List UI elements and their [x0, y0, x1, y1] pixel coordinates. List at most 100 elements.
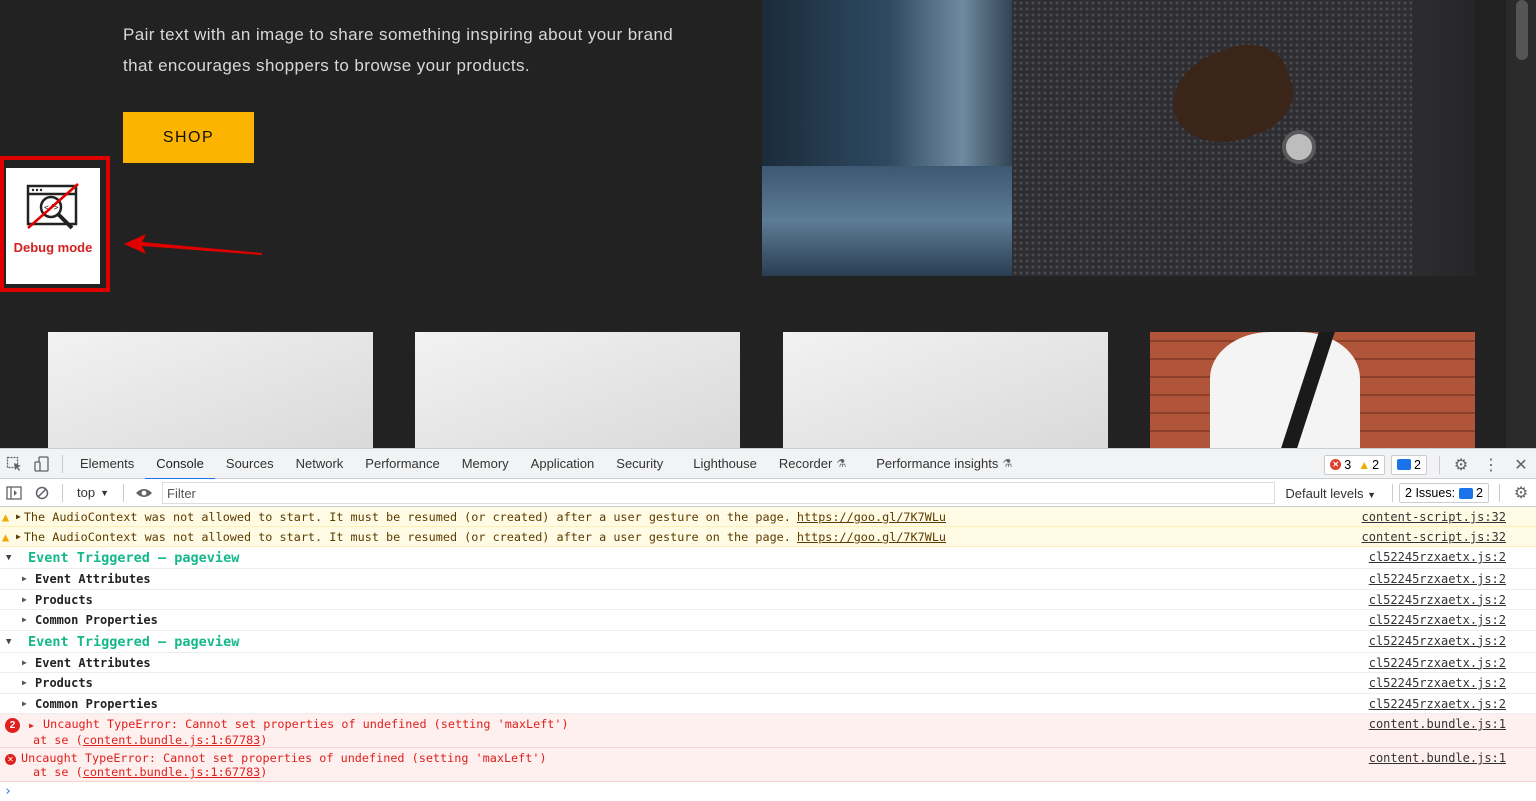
log-source-link[interactable]: cl52245rzxaetx.js:2	[1369, 634, 1506, 648]
warning-icon: ▲	[2, 530, 10, 544]
log-object-row[interactable]: ▶ Products cl52245rzxaetx.js:2	[0, 673, 1536, 694]
sidebar-toggle-icon[interactable]	[0, 479, 28, 507]
message-icon	[1397, 459, 1412, 470]
log-stack-line: at se (content.bundle.js:1:67783)	[5, 733, 569, 747]
website-viewport: Pair text with an image to share somethi…	[0, 0, 1536, 448]
expand-arrow-icon[interactable]: ▶	[22, 658, 35, 667]
log-object-row[interactable]: ▶ Event Attributes cl52245rzxaetx.js:2	[0, 653, 1536, 673]
expand-arrow-icon[interactable]: ▶	[22, 574, 35, 583]
collapse-arrow-icon[interactable]: ▼	[6, 637, 28, 647]
error-warning-counter[interactable]: ✕ 3 ▲ 2	[1324, 454, 1386, 475]
tab-elements[interactable]: Elements	[69, 448, 145, 479]
collapse-arrow-icon[interactable]: ▼	[6, 553, 28, 563]
log-group-title: Event Triggered – pageview	[28, 550, 240, 566]
tabbar-right-divider	[1439, 455, 1440, 474]
log-object-row[interactable]: ▶ Common Properties cl52245rzxaetx.js:2	[0, 694, 1536, 714]
tab-console[interactable]: Console	[145, 448, 215, 480]
console-settings-gear-icon[interactable]: ⚙	[1506, 478, 1536, 509]
log-object-row[interactable]: ▶ Event Attributes cl52245rzxaetx.js:2	[0, 569, 1536, 590]
debug-mode-widget[interactable]: </> Debug mode	[6, 168, 100, 284]
hero-description: Pair text with an image to share somethi…	[123, 25, 674, 75]
close-icon[interactable]: ✕	[1506, 449, 1536, 480]
stack-prefix: at se (	[33, 733, 83, 747]
tab-sources[interactable]: Sources	[215, 448, 285, 479]
log-error-body: 2 ▶ Uncaught TypeError: Cannot set prope…	[5, 717, 569, 747]
tab-lighthouse[interactable]: Lighthouse	[682, 448, 768, 479]
debug-mode-label: Debug mode	[13, 240, 93, 255]
log-warning-row[interactable]: ▲ ▶ The AudioContext was not allowed to …	[0, 527, 1536, 547]
more-options-icon[interactable]: ⋮	[1476, 449, 1506, 480]
log-source-link[interactable]: cl52245rzxaetx.js:2	[1369, 697, 1506, 711]
stack-link[interactable]: content.bundle.js:1:67783	[83, 733, 261, 747]
log-warning-row[interactable]: ▲ ▶ The AudioContext was not allowed to …	[0, 507, 1536, 527]
expand-arrow-icon[interactable]: ▶	[16, 512, 21, 521]
log-source-link[interactable]: content.bundle.js:1	[1369, 751, 1506, 765]
log-object-row[interactable]: ▶ Common Properties cl52245rzxaetx.js:2	[0, 610, 1536, 631]
settings-gear-icon[interactable]: ⚙	[1446, 449, 1476, 480]
error-icon: ✕	[5, 754, 16, 765]
page-scrollbar-thumb[interactable]	[1516, 0, 1528, 60]
product-card-1[interactable]	[48, 332, 373, 448]
log-levels-label: Default levels	[1285, 485, 1364, 501]
log-source-link[interactable]: content-script.js:32	[1362, 530, 1507, 544]
log-message: The AudioContext was not allowed to star…	[23, 510, 791, 524]
log-error-body: ✕ Uncaught TypeError: Cannot set properti…	[5, 751, 547, 779]
stack-link[interactable]: content.bundle.js:1:67783	[83, 765, 261, 779]
tab-memory[interactable]: Memory	[451, 448, 520, 479]
tab-network[interactable]: Network	[285, 448, 355, 479]
log-source-link[interactable]: content.bundle.js:1	[1369, 717, 1506, 731]
log-group-header[interactable]: ▼ Event Triggered – pageview cl52245rzxa…	[0, 631, 1536, 653]
tab-performance-insights-label: Performance insights	[876, 456, 999, 471]
log-source-link[interactable]: cl52245rzxaetx.js:2	[1369, 550, 1506, 564]
error-icon: ✕	[1330, 459, 1342, 470]
log-source-link[interactable]: cl52245rzxaetx.js:2	[1369, 613, 1506, 627]
error-count: 3	[1344, 457, 1352, 472]
issues-button[interactable]: 2 Issues: 2	[1399, 483, 1489, 503]
log-error-row[interactable]: ✕ Uncaught TypeError: Cannot set properti…	[0, 748, 1536, 782]
tab-application[interactable]: Application	[520, 448, 606, 479]
log-levels-dropdown[interactable]: Default levels ▼	[1275, 486, 1386, 501]
context-selector[interactable]: top ▼	[69, 485, 117, 500]
tab-performance[interactable]: Performance	[354, 448, 450, 479]
log-source-link[interactable]: cl52245rzxaetx.js:2	[1369, 676, 1506, 690]
log-object-label: Event Attributes	[35, 572, 151, 586]
product-card-2[interactable]	[415, 332, 740, 448]
filter-input[interactable]	[162, 482, 1275, 504]
tab-security[interactable]: Security	[605, 448, 674, 479]
log-error-line: 2 ▶ Uncaught TypeError: Cannot set prope…	[5, 717, 569, 733]
device-toolbar-icon[interactable]	[28, 450, 56, 478]
log-group-header[interactable]: ▼ Event Triggered – pageview cl52245rzxa…	[0, 547, 1536, 569]
error-repeat-count: 2	[5, 718, 20, 733]
log-source-link[interactable]: cl52245rzxaetx.js:2	[1369, 572, 1506, 586]
expand-arrow-icon[interactable]: ▶	[22, 678, 35, 687]
expand-arrow-icon[interactable]: ▶	[22, 595, 35, 604]
expand-arrow-icon[interactable]: ▶	[16, 532, 21, 541]
expand-arrow-icon[interactable]: ▶	[29, 721, 34, 730]
log-object-label: Common Properties	[35, 696, 158, 711]
card-person	[1210, 332, 1360, 448]
inspect-element-icon[interactable]	[0, 450, 28, 478]
log-source-link[interactable]: cl52245rzxaetx.js:2	[1369, 593, 1506, 607]
log-error-row[interactable]: 2 ▶ Uncaught TypeError: Cannot set prope…	[0, 714, 1536, 748]
tab-recorder[interactable]: Recorder ⚗	[768, 448, 857, 479]
log-stack-line: at se (content.bundle.js:1:67783)	[5, 765, 547, 779]
console-prompt[interactable]: ›	[0, 782, 1536, 799]
product-card-4[interactable]	[1150, 332, 1475, 448]
tab-performance-insights[interactable]: Performance insights ⚗	[865, 448, 1023, 479]
log-object-row[interactable]: ▶ Products cl52245rzxaetx.js:2	[0, 590, 1536, 610]
tab-recorder-label: Recorder	[778, 456, 833, 471]
issues-label: 2 Issues:	[1405, 486, 1456, 500]
log-link[interactable]: https://goo.gl/7K7WLu	[797, 530, 946, 544]
live-expression-eye-icon[interactable]	[130, 479, 158, 507]
expand-arrow-icon[interactable]: ▶	[22, 615, 35, 624]
clear-console-icon[interactable]	[28, 479, 56, 507]
page-scrollbar[interactable]	[1506, 0, 1536, 448]
filterbar-right: Default levels ▼ 2 Issues: 2 ⚙	[1275, 479, 1536, 507]
log-source-link[interactable]: cl52245rzxaetx.js:2	[1369, 656, 1506, 670]
shop-button[interactable]: SHOP	[123, 112, 254, 163]
product-card-3[interactable]	[783, 332, 1108, 448]
issues-counter[interactable]: 2	[1391, 454, 1427, 475]
log-source-link[interactable]: content-script.js:32	[1362, 510, 1507, 524]
expand-arrow-icon[interactable]: ▶	[22, 699, 35, 708]
log-link[interactable]: https://goo.gl/7K7WLu	[797, 510, 946, 524]
